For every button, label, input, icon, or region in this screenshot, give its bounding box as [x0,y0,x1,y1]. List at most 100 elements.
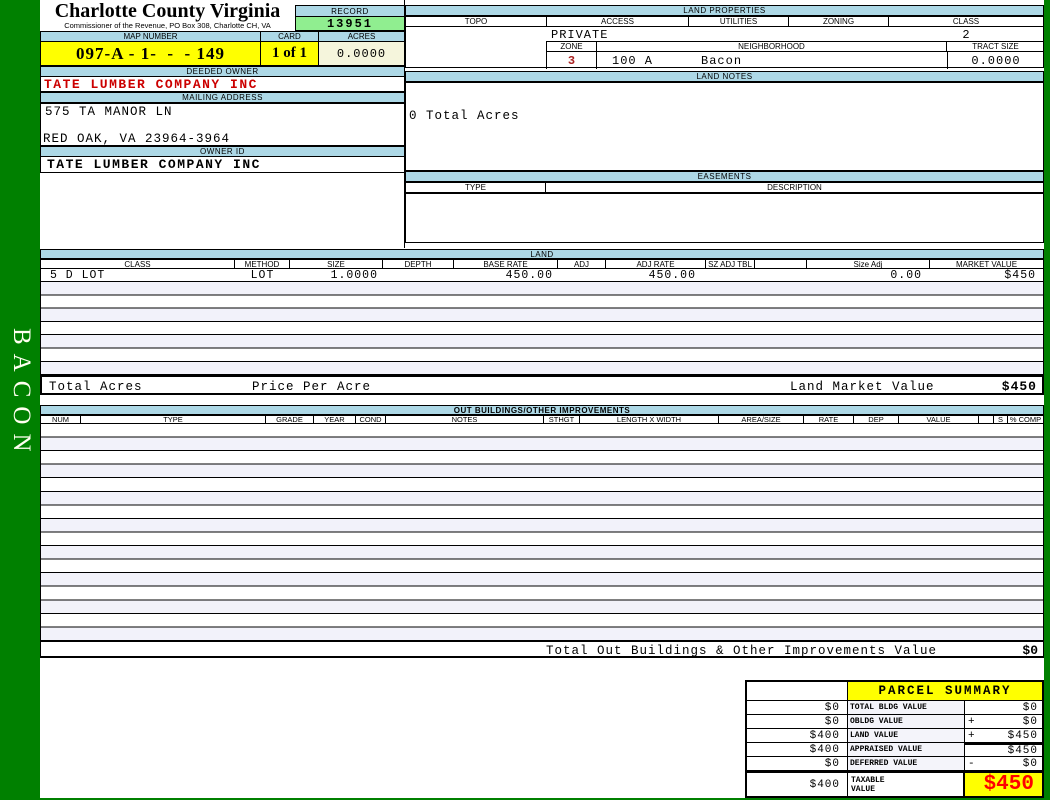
obldg-value: $0 [983,715,1042,729]
out-buildings-total-row: Total Out Buildings & Other Improvements… [40,641,1044,658]
land-method-header: METHOD [235,260,290,268]
record-number: 13951 [295,17,405,31]
land-market-value-total: $450 [1001,379,1037,394]
land-notes-title: LAND NOTES [405,71,1044,82]
land-adj-header: ADJ [558,260,606,268]
ob-rate-header: RATE [804,416,854,423]
land-value-op: + [965,729,983,743]
land-sz-adj-tbl-header: SZ ADJ TBL [706,260,755,268]
neighborhood-value: 100 A Bacon [597,52,947,69]
land-market-value-label: Land Market Value [790,380,935,394]
easements-headers: TYPE DESCRIPTION [405,182,1044,193]
neighborhood-sidebar-label: BACON [8,328,35,461]
out-buildings-total-label: Total Out Buildings & Other Improvements… [546,644,938,658]
deferred-value-label: DEFERRED VALUE [848,757,965,771]
land-row-adj-rate: 450.00 [648,268,696,282]
price-per-acre-label: Price Per Acre [252,380,372,394]
easements-title: EASEMENTS [405,171,1044,182]
prev-taxable-value: $400 [747,771,848,796]
deeded-owner-value: TATE LUMBER COMPANY INC [40,77,405,92]
appraised-value-label: APPRAISED VALUE [848,743,965,757]
class-label: CLASS [952,17,980,26]
deferred-value-op: - [965,757,983,771]
topo-label: TOPO [406,17,547,26]
map-number-label: MAP NUMBER [41,32,261,41]
land-row-base-rate: 450.00 [505,268,553,282]
card-value: 1 of 1 [261,42,319,65]
tract-size-value: 0.0000 [947,52,1044,69]
obldg-value-op: + [965,715,983,729]
taxable-value: $450 [965,771,1042,796]
owner-section: Charlotte County Virginia Commissioner o… [40,0,405,248]
commissioner-line: Commissioner of the Revenue, PO Box 308,… [64,21,271,30]
ob-sthgt-header: STHGT [544,416,580,423]
land-notes-box: 0 Total Acres [405,82,1044,171]
county-title: Charlotte County Virginia [54,0,281,22]
land-size-header: SIZE [290,260,383,268]
property-card-form: Charlotte County Virginia Commissioner o… [40,0,1044,798]
zone-label: ZONE [547,42,597,51]
land-row-size-adj: 0.00 [890,268,922,282]
land-adj-rate-header: ADJ RATE [606,260,706,268]
acres-value: 0.0000 [319,42,404,65]
land-table-title: LAND [40,249,1044,259]
land-table-row: 5 D LOT LOT 1.0000 450.00 450.00 0.00 $4… [40,269,1044,282]
zoning-label: ZONING [789,17,889,26]
land-market-value-header: MARKET VALUE [955,260,1018,268]
parcel-summary-title: PARCEL SUMMARY [848,682,1042,701]
land-row-market-value: $450 [1004,268,1036,282]
land-totals-row: Total Acres Price Per Acre Land Market V… [40,375,1044,395]
tract-size-label: TRACT SIZE [972,42,1019,51]
taxable-value-label: TAXABLE VALUE [848,771,965,796]
obldg-value-label: OBLDG VALUE [848,715,965,729]
ob-pct-comp-header: % COMP [1009,416,1042,423]
easement-type-label: TYPE [406,183,546,192]
land-table-empty-rows [40,282,1044,375]
land-row-size: 1.0000 [330,268,378,282]
ob-cond-header: COND [356,416,386,423]
mailing-address-box: 575 TA MANOR LN RED OAK, VA 23964-3964 [40,103,405,146]
deeded-owner-label: DEEDED OWNER [40,66,405,77]
land-class-header: CLASS [41,260,235,268]
mailing-address-label: MAILING ADDRESS [40,92,405,103]
zone-neighborhood-headers: ZONE NEIGHBORHOOD TRACT SIZE [547,42,1044,52]
ob-s-header: S [994,416,1008,423]
ob-area-size-header: AREA/SIZE [719,416,804,423]
appraised-value: $450 [983,743,1042,757]
neighborhood-name: Bacon [701,53,743,68]
ob-grade-header: GRADE [266,416,314,423]
land-size-adj-header: Size Adj [807,260,930,268]
prev-obldg-value: $0 [747,715,848,729]
prev-appraised-value: $400 [747,743,848,757]
easement-description-label: DESCRIPTION [767,183,822,192]
map-card-acres-values: 097-A - 1- - - 149 1 of 1 0.0000 [40,42,405,66]
ob-num-header: NUM [41,416,81,423]
ob-dep-header: DEP [854,416,899,423]
land-blank-header [755,260,807,268]
ob-type-header: TYPE [81,416,266,423]
total-bldg-value-op [965,701,983,715]
prev-total-bldg-value: $0 [747,701,848,715]
land-properties-headers: TOPO ACCESS UTILITIES ZONING CLASS [406,17,1043,27]
land-table-headers: CLASS METHOD SIZE DEPTH BASE RATE ADJ AD… [40,259,1044,269]
out-buildings-title: OUT BUILDINGS/OTHER IMPROVEMENTS [40,405,1044,415]
neighborhood-code: 100 A [612,53,654,68]
out-buildings-empty-rows [40,424,1044,641]
ob-notes-header: NOTES [386,416,544,423]
easements-box [405,193,1044,243]
land-depth-header: DEPTH [383,260,454,268]
land-value-label: LAND VALUE [848,729,965,743]
parcel-record-page: BACON Charlotte County Virginia Commissi… [0,0,1050,800]
card-label: CARD [261,32,319,41]
access-value: PRIVATE [551,28,609,42]
class-value: 2 [962,28,970,42]
out-buildings-headers: NUM TYPE GRADE YEAR COND NOTES STHGT LEN… [40,415,1044,424]
mailing-address-line1: 575 TA MANOR LN [45,105,173,119]
land-row-class: 5 D LOT [50,268,106,282]
parcel-summary-table: PARCEL SUMMARY $0 TOTAL BLDG VALUE $0 $0… [745,680,1044,798]
ob-length-width-header: LENGTH X WIDTH [580,416,719,423]
map-card-acres-headers: MAP NUMBER CARD ACRES [40,31,405,42]
ob-value-header: VALUE [899,416,979,423]
deferred-value: $0 [983,757,1042,771]
land-value: $450 [983,729,1042,743]
